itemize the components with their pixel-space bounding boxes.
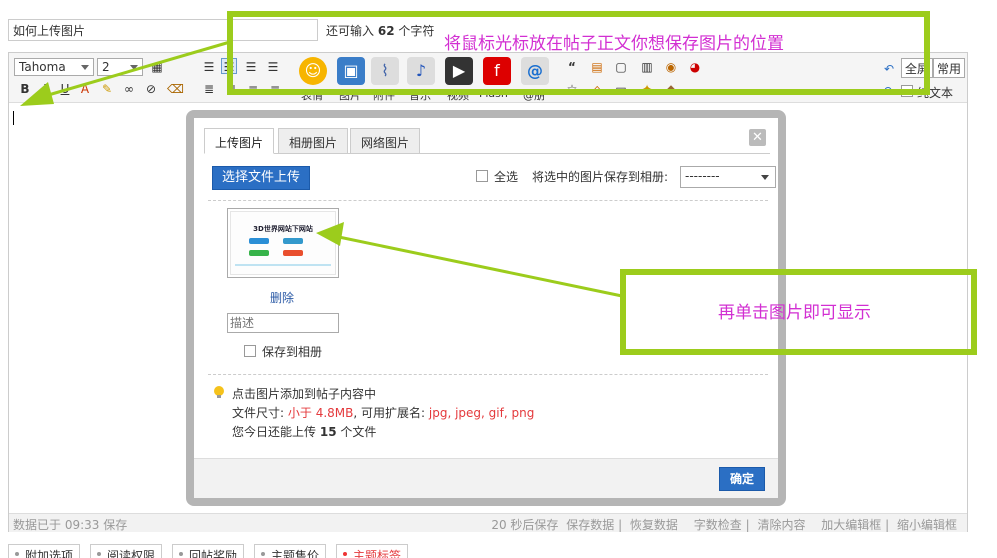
annotation-arrow-right — [316, 222, 623, 298]
annotation-arrow-top — [20, 40, 231, 106]
annotation-arrows — [20, 40, 623, 298]
post-editor-page: 还可输入 62 个字符 Tahoma 2 ▦ B I U A ✎ ∞ ⊘ ⌫ ☰… — [0, 0, 997, 558]
